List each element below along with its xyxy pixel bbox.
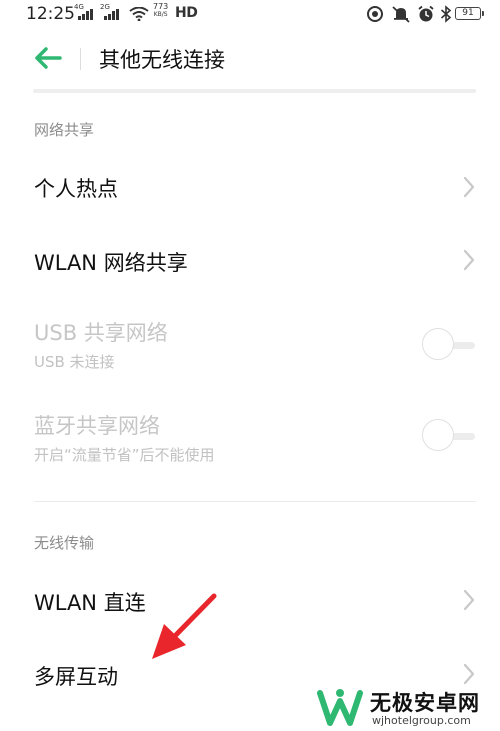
row-title: 个人热点	[34, 177, 118, 201]
section-label-wireless-transfer: 无线传输	[34, 534, 95, 552]
bluetooth-icon	[440, 5, 452, 23]
back-arrow-icon[interactable]	[34, 45, 64, 71]
chevron-right-icon	[463, 176, 475, 198]
row-subtitle: USB 未连接	[34, 353, 115, 371]
watermark-url: wjhotelgroup.com	[372, 714, 471, 727]
usb-tethering-toggle[interactable]	[421, 327, 477, 363]
watermark-name: 无极安卓网	[370, 691, 480, 715]
wuji-logo-icon	[317, 689, 363, 726]
chevron-right-icon	[463, 249, 475, 271]
battery-icon: 91	[455, 7, 484, 20]
usb-tethering-row: USB 共享网络 USB 未连接	[0, 305, 500, 391]
app-header	[0, 28, 500, 90]
row-title: USB 共享网络	[34, 321, 168, 345]
row-title: 蓝牙共享网络	[34, 414, 160, 438]
watermark: 无极安卓网 wjhotelgroup.com	[314, 685, 500, 731]
alarm-icon	[418, 5, 434, 22]
header-divider-line	[33, 89, 476, 93]
network-speed-value: 773	[153, 2, 169, 11]
bluetooth-tethering-toggle[interactable]	[421, 418, 477, 454]
section-divider	[34, 501, 476, 502]
page-title: 其他无线连接	[99, 48, 225, 72]
row-title: 多屏互动	[34, 665, 118, 689]
chevron-right-icon	[463, 663, 475, 685]
wlan-direct-row[interactable]: WLAN 直连	[0, 563, 500, 635]
wlan-sharing-row[interactable]: WLAN 网络共享	[0, 223, 500, 295]
status-bar: 12:25 4G 2G 773 KB/S HD 91	[0, 0, 500, 28]
data-saver-icon	[367, 6, 383, 22]
row-title: WLAN 网络共享	[34, 251, 188, 275]
hd-icon: HD	[175, 5, 198, 21]
header-divider	[80, 48, 81, 70]
row-subtitle: 开启“流量节省”后不能使用	[34, 446, 215, 464]
row-title: WLAN 直连	[34, 591, 146, 615]
network-speed: 773 KB/S	[153, 3, 168, 19]
mute-icon	[392, 6, 410, 23]
section-label-network-sharing: 网络共享	[34, 121, 95, 139]
wifi-icon	[129, 7, 149, 21]
status-time: 12:25	[26, 4, 75, 24]
chevron-right-icon	[463, 589, 475, 611]
network-speed-unit: KB/S	[153, 11, 168, 18]
personal-hotspot-row[interactable]: 个人热点	[0, 150, 500, 222]
bluetooth-tethering-row: 蓝牙共享网络 开启“流量节省”后不能使用	[0, 398, 500, 484]
